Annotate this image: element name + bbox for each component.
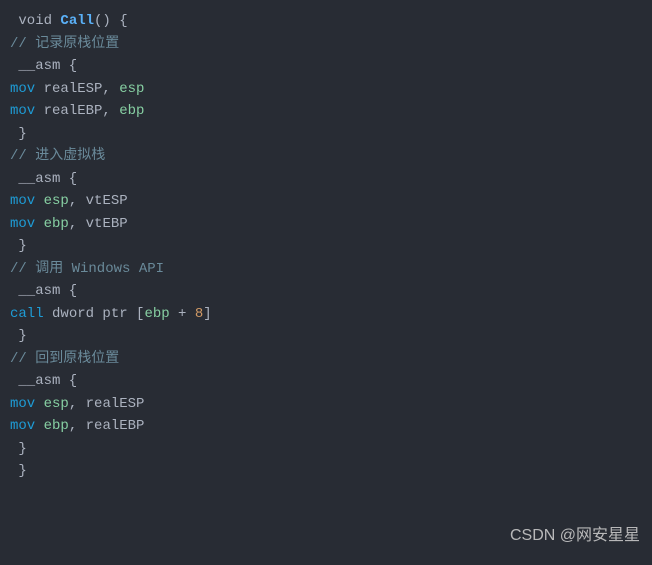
mov-keyword: mov — [10, 418, 35, 434]
code-line-2: // 记录原栈位置 — [10, 33, 642, 56]
mov-keyword: mov — [10, 81, 35, 97]
code-line-11: mov ebp, vtEBP — [10, 213, 642, 236]
close-bracket: ] — [203, 306, 211, 322]
code-line-6: } — [10, 123, 642, 146]
punct: () { — [94, 13, 128, 29]
call-keyword: call — [10, 306, 44, 322]
register: ebp — [44, 418, 69, 434]
space — [35, 396, 43, 412]
asm-block: __asm { — [10, 58, 77, 74]
code-line-22: mov ebp, realEBP — [10, 415, 642, 438]
dword-ptr: dword ptr [ — [44, 306, 145, 322]
space — [35, 193, 43, 209]
code-line-4: mov realESP, esp — [10, 78, 642, 101]
close-brace: } — [10, 441, 27, 457]
plus: + — [170, 306, 195, 322]
code-line-23: } — [10, 438, 642, 461]
variable: realESP, — [35, 81, 119, 97]
register: ebp — [44, 216, 69, 232]
register: ebp — [119, 103, 144, 119]
code-line-5: mov realEBP, ebp — [10, 100, 642, 123]
code-block: void Call() { // 记录原栈位置 __asm { mov real… — [10, 10, 642, 483]
code-line-8: // 进入虚拟栈 — [10, 145, 642, 168]
code-line-9: __asm { — [10, 168, 642, 191]
variable: , vtESP — [69, 193, 128, 209]
code-line-14: // 调用 Windows API — [10, 258, 642, 281]
register: esp — [119, 81, 144, 97]
comment: // 回到原栈位置 — [10, 351, 119, 367]
register: esp — [44, 193, 69, 209]
space — [35, 418, 43, 434]
variable: , realEBP — [69, 418, 145, 434]
code-line-24: } — [10, 460, 642, 483]
code-line-20: __asm { — [10, 370, 642, 393]
close-brace: } — [10, 238, 27, 254]
mov-keyword: mov — [10, 216, 35, 232]
code-line-19: // 回到原栈位置 — [10, 348, 642, 371]
code-line-12: } — [10, 235, 642, 258]
code-line-1: void Call() { — [10, 10, 642, 33]
code-line-16: call dword ptr [ebp + 8] — [10, 303, 642, 326]
close-brace: } — [10, 328, 27, 344]
code-line-21: mov esp, realESP — [10, 393, 642, 416]
keyword-void: void — [10, 13, 60, 29]
comment: // 记录原栈位置 — [10, 36, 119, 52]
space — [35, 216, 43, 232]
comment: // 调用 Windows API — [10, 261, 164, 277]
function-name: Call — [60, 13, 94, 29]
comment: // 进入虚拟栈 — [10, 148, 105, 164]
register: ebp — [144, 306, 169, 322]
watermark: CSDN @网安星星 — [510, 525, 640, 548]
close-brace: } — [10, 126, 27, 142]
asm-block: __asm { — [10, 283, 77, 299]
code-line-17: } — [10, 325, 642, 348]
asm-block: __asm { — [10, 171, 77, 187]
mov-keyword: mov — [10, 103, 35, 119]
variable: , realESP — [69, 396, 145, 412]
close-brace: } — [10, 463, 27, 479]
mov-keyword: mov — [10, 193, 35, 209]
variable: realEBP, — [35, 103, 119, 119]
register: esp — [44, 396, 69, 412]
code-line-15: __asm { — [10, 280, 642, 303]
code-line-10: mov esp, vtESP — [10, 190, 642, 213]
asm-block: __asm { — [10, 373, 77, 389]
mov-keyword: mov — [10, 396, 35, 412]
code-line-3: __asm { — [10, 55, 642, 78]
variable: , vtEBP — [69, 216, 128, 232]
